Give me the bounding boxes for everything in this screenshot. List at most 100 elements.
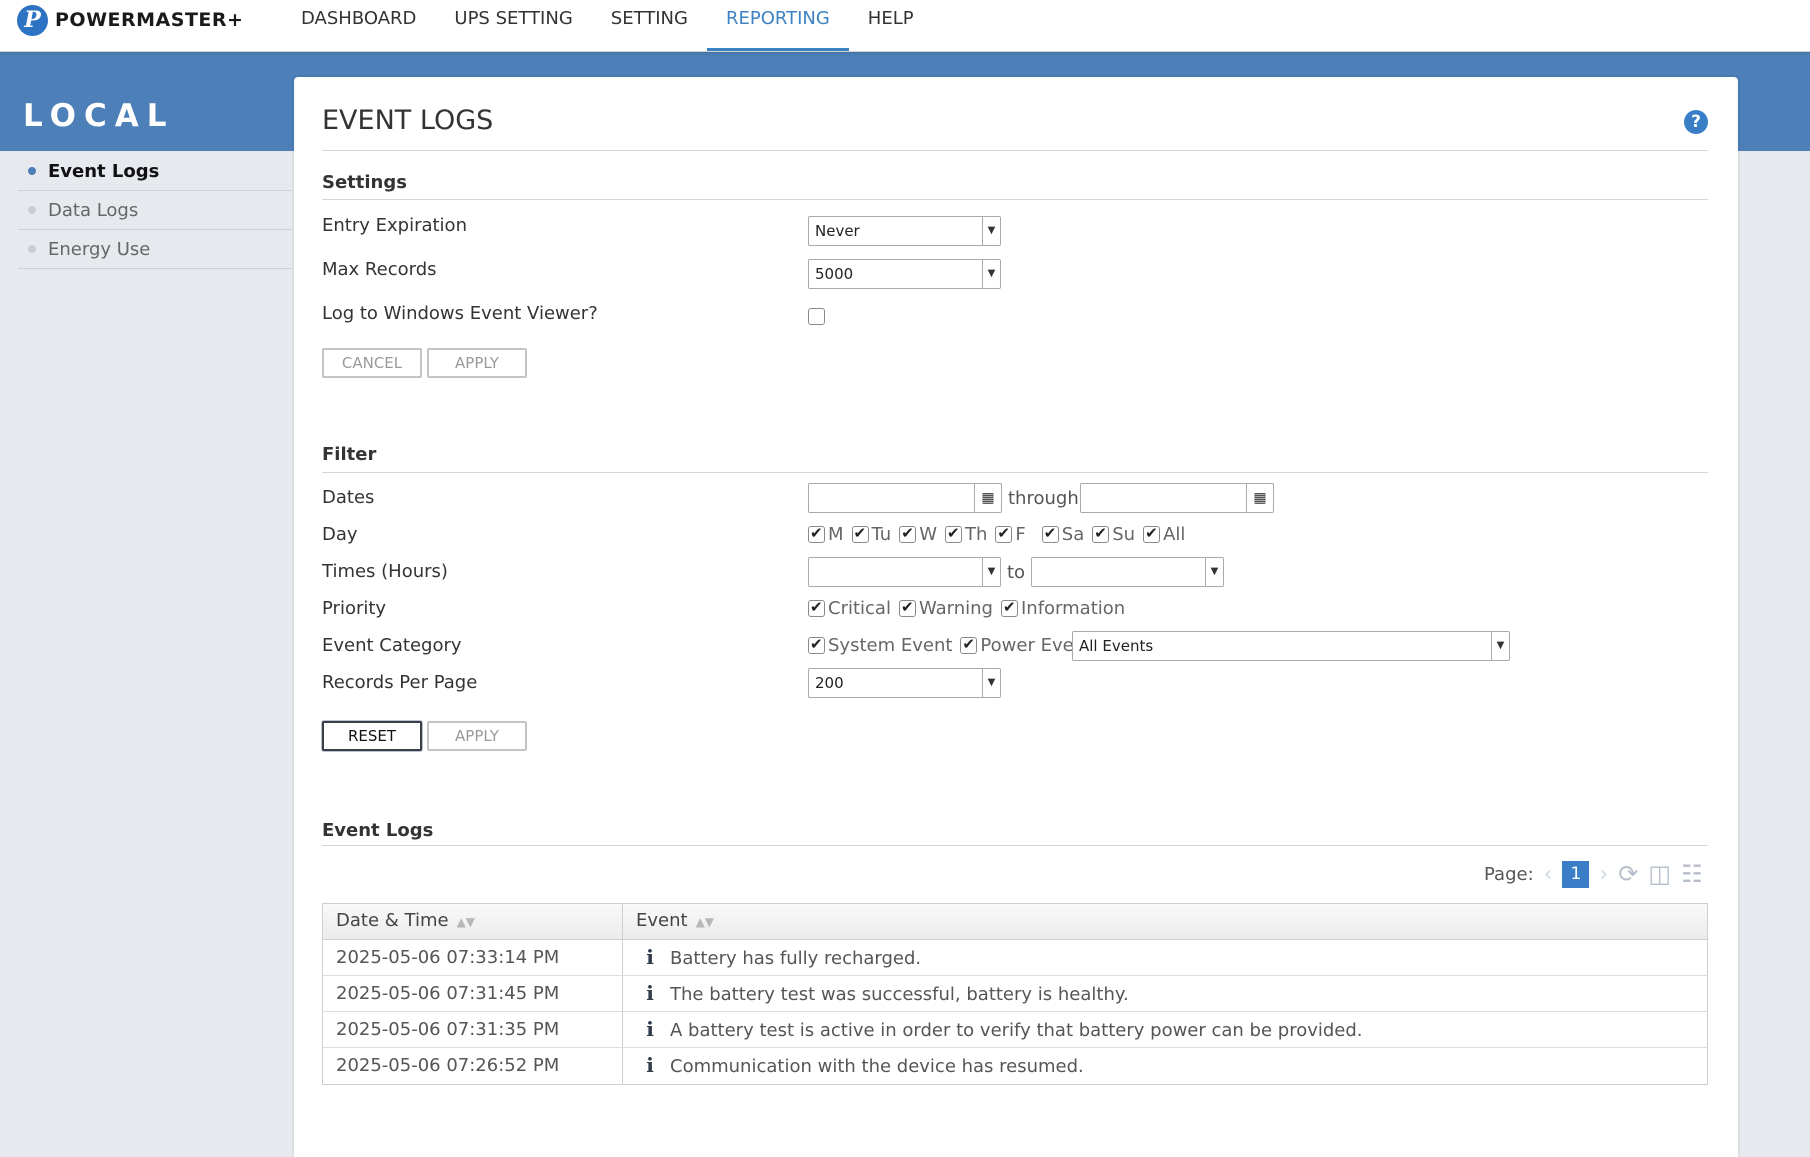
sidebar-item-energy-use[interactable]: Energy Use [18, 230, 292, 269]
event-category-value: All Events [1079, 637, 1154, 655]
day-checkbox-su[interactable]: Su [1092, 524, 1135, 545]
row-datetime: 2025-05-06 07:31:35 PM [323, 1012, 623, 1047]
event-category-select[interactable]: All Events ▼ [1072, 631, 1510, 661]
bullet-icon [28, 206, 36, 214]
priority-checkbox-critical[interactable]: Critical [808, 598, 891, 619]
dates-label: Dates [322, 487, 375, 508]
brand-name: POWERMASTER [55, 9, 228, 31]
priority-checkbox-group: Critical Warning Information [808, 598, 1133, 619]
through-label: through [1008, 488, 1079, 509]
checkbox[interactable] [808, 598, 825, 617]
checkbox[interactable] [945, 524, 963, 543]
day-label: Day [322, 524, 358, 545]
event-category-checkbox-group: System Event Power Event [808, 635, 1100, 656]
day-checkbox-w[interactable]: W [899, 524, 937, 545]
bullet-icon [28, 245, 36, 253]
row-event: Communication with the device has resume… [670, 1056, 1084, 1077]
entry-expiration-label: Entry Expiration [322, 215, 467, 236]
table-row[interactable]: 2025-05-06 07:31:35 PM i A battery test i… [323, 1012, 1707, 1048]
column-header-event[interactable]: Event ▲▼ [623, 904, 1707, 939]
chevron-down-icon: ▼ [1491, 632, 1509, 660]
nav-setting[interactable]: SETTING [592, 0, 707, 52]
event-logs-table: Date & Time ▲▼ Event ▲▼ 2025-05-06 07:33:1… [322, 903, 1708, 1085]
checkbox[interactable] [851, 524, 869, 543]
sidebar-item-label: Event Logs [48, 160, 160, 182]
checkbox[interactable] [899, 524, 917, 543]
records-per-page-value: 200 [815, 674, 844, 692]
checkbox[interactable] [1092, 524, 1110, 543]
main-panel: EVENT LOGS ? Settings Entry Expiration N… [294, 77, 1738, 1157]
records-per-page-select[interactable]: 200 ▼ [808, 668, 1001, 698]
category-checkbox-system-event[interactable]: System Event [808, 635, 952, 656]
sidebar-item-data-logs[interactable]: Data Logs [18, 191, 292, 230]
sort-icon: ▲▼ [456, 915, 476, 929]
filter-heading: Filter [322, 444, 377, 465]
table-row[interactable]: 2025-05-06 07:26:52 PM i Communication wi… [323, 1048, 1707, 1084]
sidebar-item-label: Data Logs [48, 199, 139, 221]
cancel-button[interactable]: CANCEL [322, 348, 422, 378]
reset-button[interactable]: RESET [322, 721, 422, 751]
date-to-input[interactable]: ▦ [1080, 483, 1274, 513]
sort-icon: ▲▼ [695, 915, 715, 929]
time-from-select[interactable]: ▼ [808, 557, 1001, 587]
table-row[interactable]: 2025-05-06 07:31:45 PM i The battery test… [323, 976, 1707, 1012]
nav-dashboard[interactable]: DASHBOARD [282, 0, 435, 52]
divider [322, 472, 1708, 473]
to-label: to [1007, 562, 1026, 583]
divider [322, 845, 1708, 846]
table-row[interactable]: 2025-05-06 07:33:14 PM i Battery has full… [323, 940, 1707, 976]
refresh-icon[interactable]: ⟳ [1618, 860, 1638, 888]
day-checkbox-all[interactable]: All [1143, 524, 1185, 545]
help-icon[interactable]: ? [1684, 110, 1708, 134]
checkbox[interactable] [808, 524, 825, 543]
row-event: The battery test was successful, battery… [670, 984, 1129, 1005]
day-checkbox-tu[interactable]: Tu [851, 524, 891, 545]
chevron-right-icon[interactable]: › [1599, 862, 1608, 887]
trash-icon[interactable]: ☷ [1681, 860, 1703, 888]
chevron-left-icon[interactable]: ‹ [1544, 862, 1553, 887]
calendar-icon[interactable]: ▦ [974, 484, 1001, 512]
settings-apply-button[interactable]: APPLY [427, 348, 527, 378]
day-checkbox-th[interactable]: Th [945, 524, 987, 545]
chevron-down-icon: ▼ [982, 260, 1000, 288]
event-logs-heading: Event Logs [322, 820, 434, 841]
max-records-select[interactable]: 5000 ▼ [808, 259, 1001, 289]
chevron-down-icon: ▼ [982, 558, 1000, 586]
day-checkbox-sa[interactable]: Sa [1041, 524, 1084, 545]
page-number-button[interactable]: 1 [1562, 860, 1590, 888]
entry-expiration-select[interactable]: Never ▼ [808, 216, 1001, 246]
powermaster-logo-icon: P [17, 4, 48, 36]
log-windows-checkbox[interactable] [808, 308, 825, 325]
nav-help[interactable]: HELP [849, 0, 933, 52]
save-icon[interactable]: ◫ [1648, 860, 1671, 888]
checkbox[interactable] [1041, 524, 1059, 543]
checkbox[interactable] [808, 635, 825, 654]
checkbox[interactable] [1143, 524, 1161, 543]
day-checkbox-m[interactable]: M [808, 524, 844, 545]
brand-logo[interactable]: P POWERMASTER+ [17, 3, 243, 37]
calendar-icon[interactable]: ▦ [1246, 484, 1273, 512]
times-label: Times (Hours) [322, 561, 448, 582]
date-from-input[interactable]: ▦ [808, 483, 1002, 513]
max-records-label: Max Records [322, 259, 437, 280]
brand-plus: + [227, 9, 244, 31]
priority-checkbox-information[interactable]: Information [1000, 598, 1125, 619]
max-records-value: 5000 [815, 265, 854, 283]
row-datetime: 2025-05-06 07:26:52 PM [323, 1048, 623, 1084]
checkbox[interactable] [1000, 598, 1018, 617]
sidebar: Event Logs Data Logs Energy Use [18, 152, 292, 269]
settings-heading: Settings [322, 172, 407, 193]
entry-expiration-value: Never [815, 222, 860, 240]
time-to-select[interactable]: ▼ [1031, 557, 1224, 587]
nav-reporting[interactable]: REPORTING [706, 0, 849, 52]
nav-ups-setting[interactable]: UPS SETTING [435, 0, 591, 52]
priority-checkbox-warning[interactable]: Warning [898, 598, 993, 619]
checkbox[interactable] [995, 524, 1013, 543]
filter-apply-button[interactable]: APPLY [427, 721, 527, 751]
sidebar-item-event-logs[interactable]: Event Logs [18, 152, 292, 191]
checkbox[interactable] [898, 598, 916, 617]
sidebar-item-label: Energy Use [48, 238, 151, 260]
day-checkbox-f[interactable]: F [995, 524, 1026, 545]
checkbox[interactable] [960, 635, 978, 654]
column-header-date-time[interactable]: Date & Time ▲▼ [323, 904, 623, 939]
